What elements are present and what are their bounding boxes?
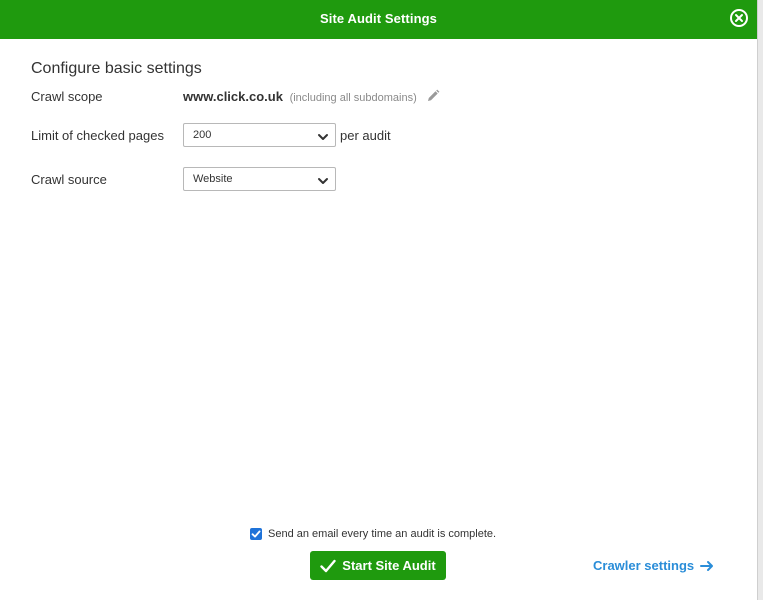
chevron-down-icon xyxy=(317,174,329,192)
section-title: Configure basic settings xyxy=(31,60,202,77)
limit-suffix: per audit xyxy=(340,128,391,143)
dialog-title: Site Audit Settings xyxy=(320,11,437,26)
close-icon[interactable] xyxy=(729,8,749,28)
checkmark-icon xyxy=(320,559,336,572)
email-notification-row: Send an email every time an audit is com… xyxy=(250,528,496,540)
limit-select[interactable]: 200 xyxy=(183,123,336,147)
crawl-source-label: Crawl source xyxy=(31,172,107,187)
site-audit-settings-dialog: Site Audit Settings Configure basic sett… xyxy=(0,0,757,600)
crawl-scope-value: www.click.co.uk (including all subdomain… xyxy=(183,89,440,106)
start-site-audit-label: Start Site Audit xyxy=(342,558,436,573)
crawler-settings-link[interactable]: Crawler settings xyxy=(593,558,714,573)
window-edge xyxy=(757,0,763,600)
pencil-icon[interactable] xyxy=(426,89,440,106)
crawl-scope-label: Crawl scope xyxy=(31,89,103,104)
limit-label: Limit of checked pages xyxy=(31,128,164,143)
crawl-source-select-value: Website xyxy=(193,173,233,185)
limit-select-value: 200 xyxy=(193,129,212,141)
email-checkbox[interactable] xyxy=(250,528,262,540)
crawler-settings-label: Crawler settings xyxy=(593,558,695,573)
chevron-down-icon xyxy=(317,130,329,148)
crawl-scope-note: (including all subdomains) xyxy=(289,92,417,104)
crawl-source-select[interactable]: Website xyxy=(183,167,336,191)
arrow-right-icon xyxy=(700,560,714,571)
email-checkbox-label: Send an email every time an audit is com… xyxy=(268,528,497,540)
crawl-scope-domain: www.click.co.uk xyxy=(183,89,283,104)
start-site-audit-button[interactable]: Start Site Audit xyxy=(310,551,446,580)
dialog-header: Site Audit Settings xyxy=(0,0,757,39)
